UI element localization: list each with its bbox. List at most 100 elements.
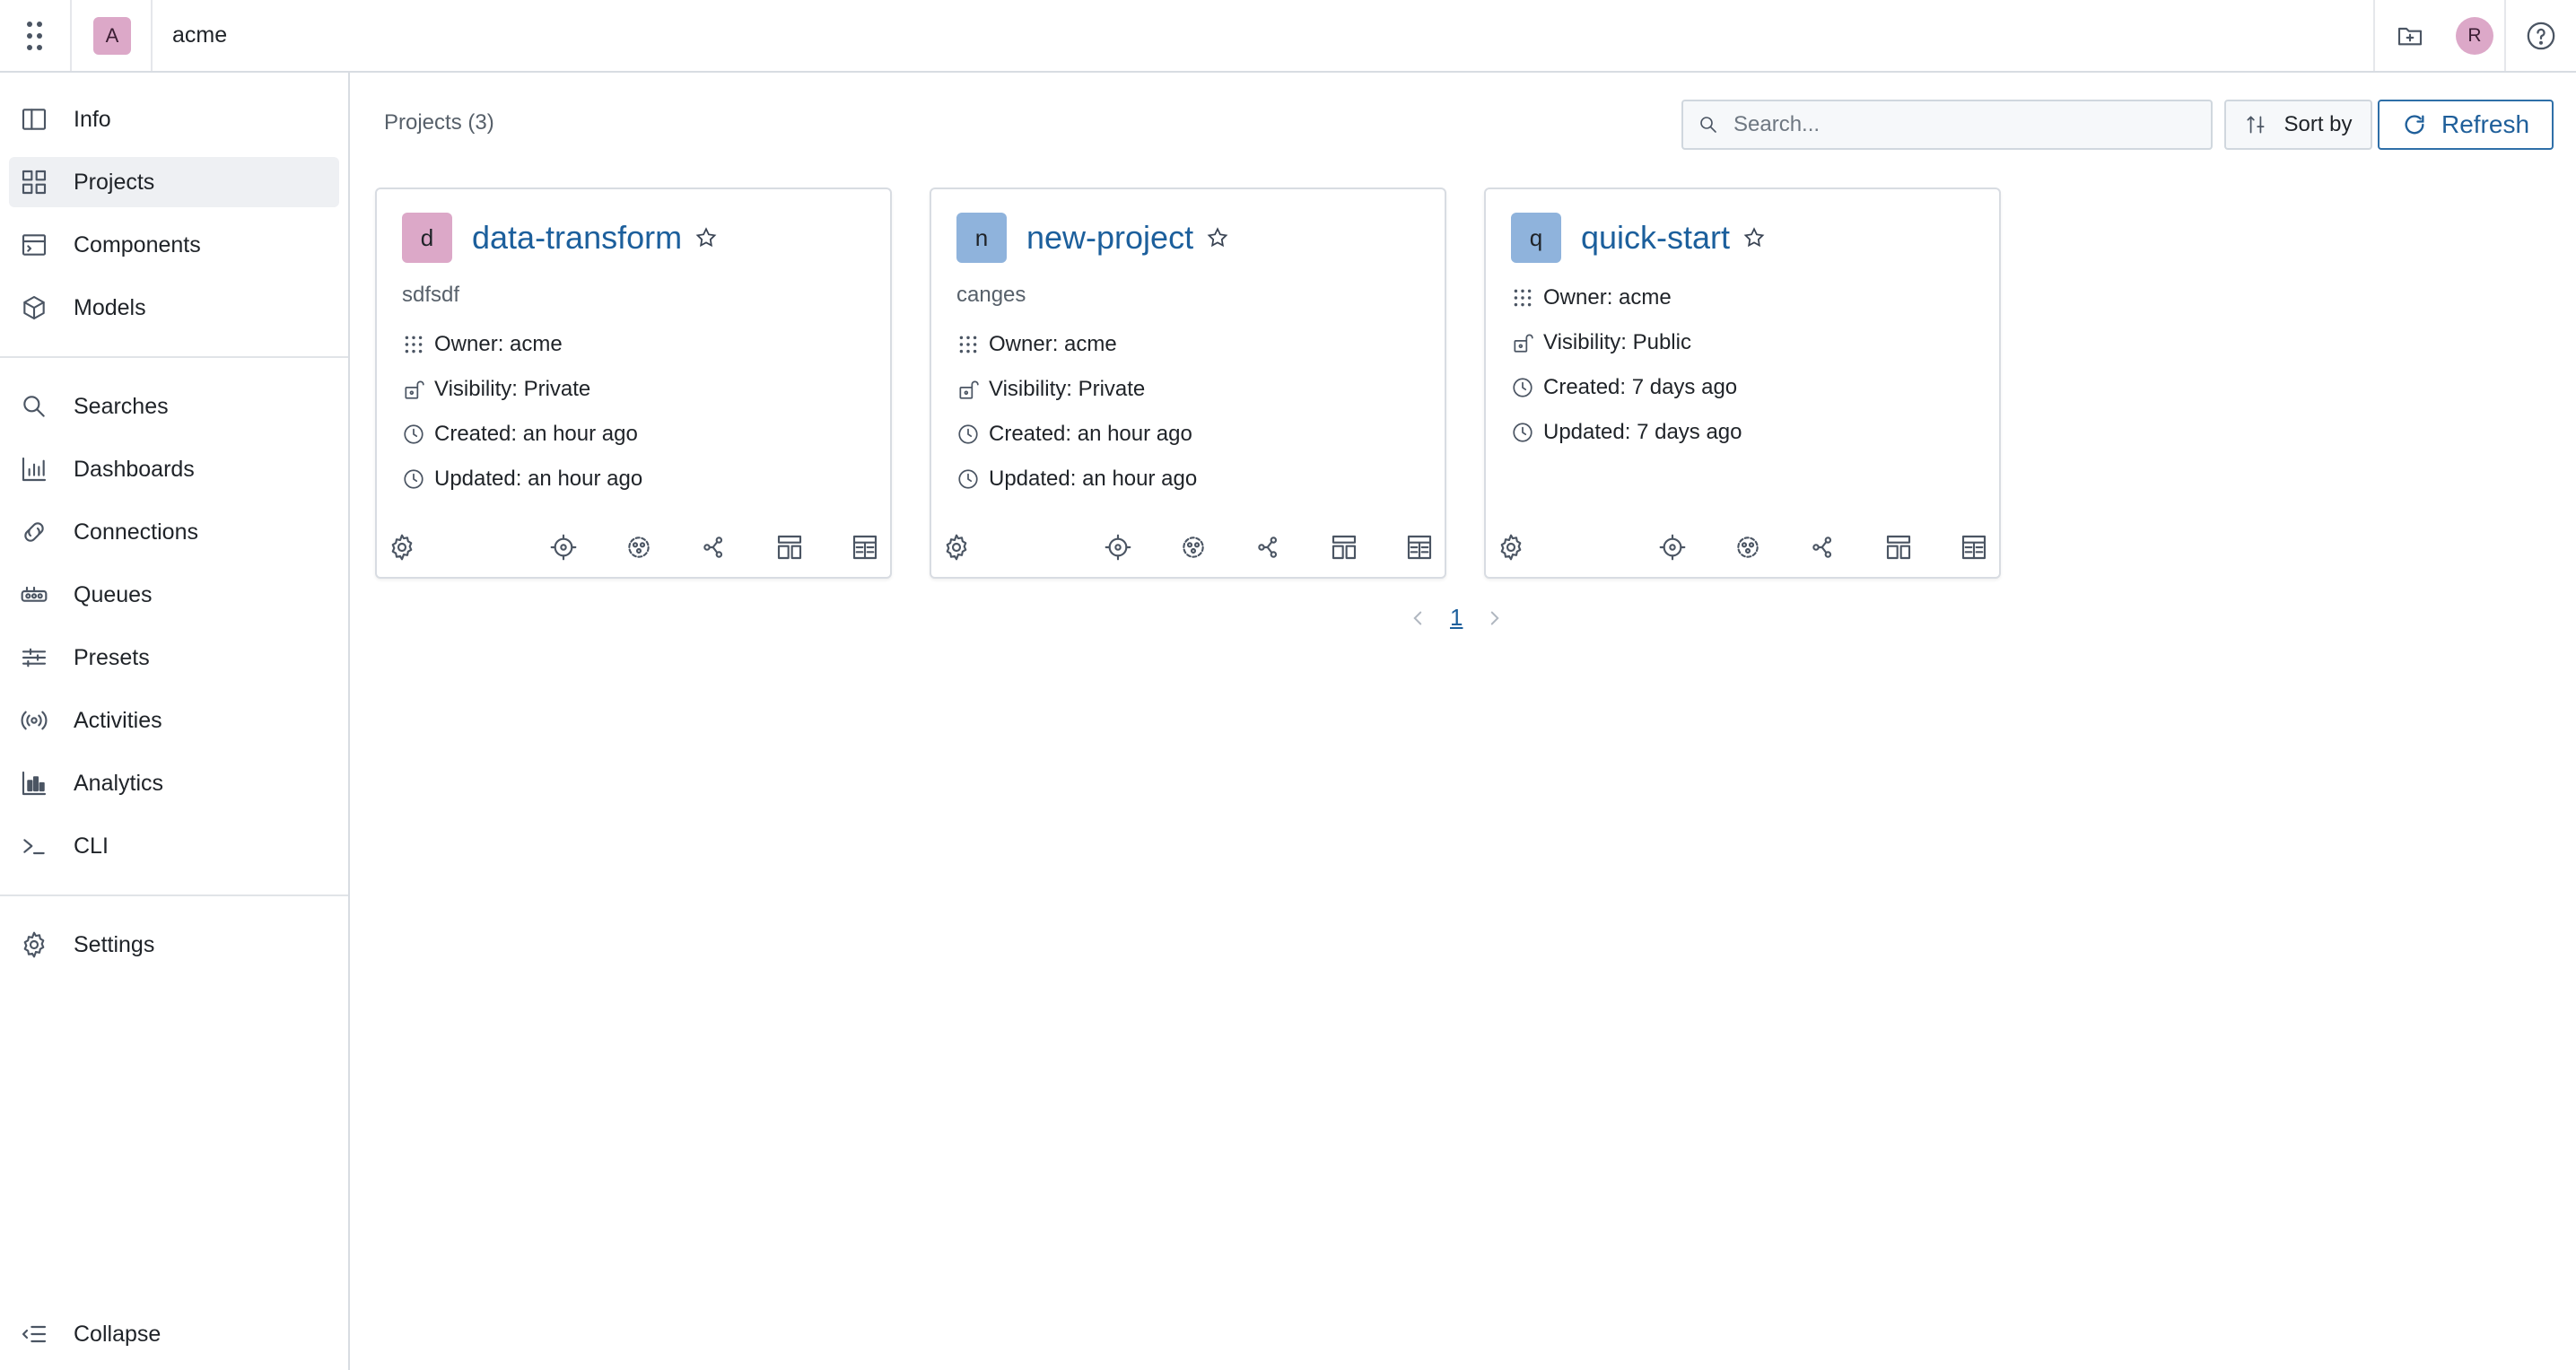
project-card[interactable]: d data-transform sdfsdf Owner: acme Visi… — [375, 188, 892, 579]
sidebar-item-connections[interactable]: Connections — [9, 507, 339, 557]
dashboard-icon[interactable] — [1330, 533, 1358, 562]
sidebar-item-label: Analytics — [74, 770, 164, 796]
collapse-icon — [22, 1325, 47, 1343]
sidebar-item-label: Settings — [74, 931, 155, 957]
cube-icon — [23, 295, 45, 320]
new-folder-button[interactable] — [2373, 0, 2445, 71]
lock-icon — [405, 380, 424, 399]
gear-icon — [23, 931, 45, 958]
collapse-label: Collapse — [74, 1321, 162, 1347]
chevron-left-icon[interactable] — [1409, 606, 1427, 630]
sort-by-button[interactable]: Sort by — [2224, 100, 2372, 150]
page-number[interactable]: 1 — [1450, 604, 1463, 632]
sidebar-item-label: Queues — [74, 581, 153, 607]
search-input[interactable] — [1733, 112, 2200, 137]
project-name-link[interactable]: data-transform — [472, 219, 682, 257]
pagination: 1 — [1409, 604, 1504, 632]
run-icon[interactable] — [1658, 533, 1687, 562]
star-icon[interactable] — [1742, 226, 1766, 249]
table-icon[interactable] — [1960, 533, 1988, 562]
project-name-link[interactable]: new-project — [1026, 219, 1193, 257]
sidebar-item-label: Components — [74, 231, 201, 257]
chart-icon — [22, 457, 47, 482]
pipeline-icon[interactable] — [700, 533, 729, 562]
sidebar-item-info[interactable]: Info — [9, 94, 339, 144]
project-owner: Owner: acme — [402, 322, 642, 367]
dots-grid-icon — [1514, 289, 1532, 307]
owner-text: Owner: acme — [1543, 285, 1672, 310]
experiment-icon[interactable] — [1733, 533, 1762, 562]
sidebar-item-components[interactable]: Components — [9, 220, 339, 270]
table-icon[interactable] — [851, 533, 879, 562]
sidebar-item-searches[interactable]: Searches — [9, 381, 339, 432]
updated-text: Updated: 7 days ago — [1543, 420, 1742, 444]
clock-icon — [404, 469, 424, 489]
table-icon[interactable] — [1405, 533, 1434, 562]
experiment-icon[interactable] — [1179, 533, 1208, 562]
card-actions — [1486, 527, 1999, 568]
sidebar-item-label: Info — [74, 106, 111, 132]
sidebar-item-presets[interactable]: Presets — [9, 633, 339, 683]
gear-icon[interactable] — [388, 533, 416, 562]
experiment-icon[interactable] — [624, 533, 653, 562]
collapse-button[interactable]: Collapse — [9, 1309, 341, 1359]
project-owner: Owner: acme — [956, 322, 1197, 367]
star-icon[interactable] — [1206, 226, 1229, 249]
project-card[interactable]: n new-project canges Owner: acme Visibil… — [930, 188, 1446, 579]
sidebar-item-analytics[interactable]: Analytics — [9, 758, 339, 808]
search-box[interactable] — [1681, 100, 2213, 150]
help-button[interactable] — [2504, 0, 2576, 71]
user-menu[interactable]: R — [2445, 0, 2504, 71]
owner-text: Owner: acme — [989, 332, 1117, 356]
sidebar-item-models[interactable]: Models — [9, 283, 339, 333]
project-owner: Owner: acme — [1511, 275, 1742, 320]
dashboard-icon[interactable] — [775, 533, 804, 562]
org-avatar[interactable]: A — [93, 16, 131, 55]
search-icon — [23, 396, 45, 417]
dashboard-icon[interactable] — [1884, 533, 1913, 562]
refresh-button[interactable]: Refresh — [2378, 100, 2554, 150]
project-card[interactable]: q quick-start Owner: acme Visibility: Pu… — [1484, 188, 2001, 579]
top-bar: A acme R — [0, 0, 2576, 73]
sidebar-item-queues[interactable]: Queues — [9, 570, 339, 620]
project-name-link[interactable]: quick-start — [1581, 219, 1730, 257]
created-text: Created: an hour ago — [434, 422, 638, 446]
refresh-icon — [2405, 115, 2424, 135]
page-title: Projects (3) — [384, 110, 494, 135]
card-actions — [931, 527, 1445, 568]
org-name[interactable]: acme — [172, 22, 227, 48]
project-description: sdfsdf — [402, 283, 460, 307]
project-visibility: Visibility: Private — [402, 367, 642, 412]
lock-icon — [959, 380, 979, 399]
sidebar-item-projects[interactable]: Projects — [9, 157, 339, 207]
main-content: Projects (3) Sort by Refresh d data-tran… — [352, 73, 2576, 1370]
apps-menu-button[interactable] — [0, 0, 72, 71]
run-icon[interactable] — [549, 533, 578, 562]
project-updated: Updated: an hour ago — [402, 457, 642, 502]
updated-text: Updated: an hour ago — [434, 467, 643, 491]
project-visibility: Visibility: Private — [956, 367, 1197, 412]
pipeline-icon[interactable] — [1809, 533, 1838, 562]
sidebar-item-settings[interactable]: Settings — [9, 920, 339, 970]
sidebar-item-activities[interactable]: Activities — [9, 695, 339, 746]
sidebar-item-dashboards[interactable]: Dashboards — [9, 444, 339, 494]
gear-icon[interactable] — [1497, 533, 1525, 562]
sidebar-item-label: Models — [74, 294, 146, 320]
chevron-right-icon[interactable] — [1486, 606, 1504, 630]
gear-icon[interactable] — [942, 533, 971, 562]
pipeline-icon[interactable] — [1254, 533, 1283, 562]
user-avatar[interactable]: R — [2456, 16, 2493, 55]
refresh-label: Refresh — [2441, 110, 2530, 138]
broadcast-icon — [21, 711, 48, 730]
lock-icon — [1514, 334, 1533, 353]
created-text: Created: an hour ago — [989, 422, 1192, 446]
visibility-text: Visibility: Private — [989, 377, 1146, 401]
updated-text: Updated: an hour ago — [989, 467, 1198, 491]
project-avatar: q — [1511, 213, 1561, 263]
sidebar-item-cli[interactable]: CLI — [9, 821, 339, 871]
project-created: Created: 7 days ago — [1511, 365, 1742, 410]
sidebar-item-label: Connections — [74, 519, 198, 545]
project-visibility: Visibility: Public — [1511, 320, 1742, 365]
star-icon[interactable] — [694, 226, 718, 249]
run-icon[interactable] — [1104, 533, 1132, 562]
